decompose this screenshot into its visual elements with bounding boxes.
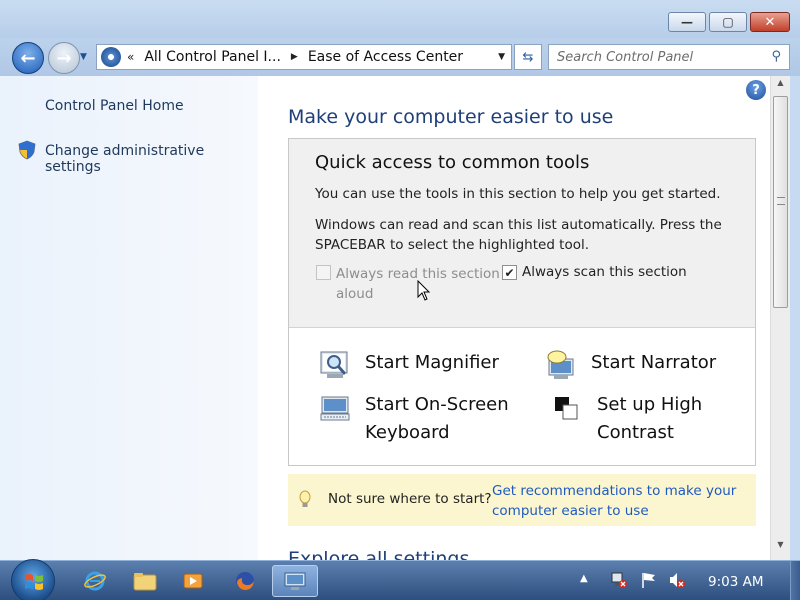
uac-shield-icon bbox=[18, 140, 36, 160]
always-scan-label[interactable]: Always scan this section bbox=[522, 264, 687, 280]
scroll-down-arrow-icon[interactable]: ▼ bbox=[771, 540, 790, 556]
search-box[interactable]: ⚲ bbox=[548, 44, 790, 70]
always-read-aloud-checkbox[interactable] bbox=[316, 265, 331, 280]
taskbar: ▲ 9:03 AM bbox=[0, 559, 800, 600]
vertical-scrollbar[interactable]: ▲ ▼ bbox=[770, 76, 790, 560]
maximize-button[interactable]: ▢ bbox=[709, 12, 747, 32]
breadcrumb-separator-icon[interactable]: ▶ bbox=[291, 52, 298, 62]
close-button[interactable]: ✕ bbox=[750, 12, 790, 32]
start-button[interactable] bbox=[11, 559, 55, 600]
control-panel-location-icon bbox=[101, 47, 121, 67]
magnifier-icon bbox=[320, 351, 348, 378]
recommendation-tip: Not sure where to start? Get recommendat… bbox=[288, 474, 756, 526]
show-hidden-icons-button[interactable]: ▲ bbox=[580, 573, 588, 584]
windows-logo-icon bbox=[25, 574, 43, 590]
action-center-flag-icon[interactable] bbox=[640, 571, 658, 589]
quick-access-scan-note: Windows can read and scan this list auto… bbox=[315, 217, 722, 253]
system-clock[interactable]: 9:03 AM bbox=[708, 574, 764, 590]
taskbar-firefox[interactable] bbox=[222, 565, 268, 597]
quick-access-panel: Quick access to common tools You can use… bbox=[288, 138, 756, 466]
change-administrative-settings-link[interactable]: Change administrative settings bbox=[45, 143, 258, 175]
breadcrumb-all-control-panel[interactable]: All Control Panel I... bbox=[144, 49, 281, 65]
address-dropdown-icon[interactable]: ▼ bbox=[498, 52, 505, 62]
breadcrumb-ease-of-access-center[interactable]: Ease of Access Center bbox=[308, 49, 463, 65]
maximize-icon: ▢ bbox=[722, 15, 734, 29]
navigation-bar: ← → ▼ « All Control Panel I... ▶ Ease of… bbox=[0, 38, 800, 76]
control-panel-icon bbox=[284, 572, 306, 590]
keyboard-icon bbox=[320, 396, 350, 421]
checkmark-icon: ✔ bbox=[504, 265, 515, 280]
start-narrator-link[interactable]: Start Narrator bbox=[545, 349, 716, 381]
search-icon[interactable]: ⚲ bbox=[771, 49, 781, 64]
quick-access-title: Quick access to common tools bbox=[315, 152, 590, 173]
forward-arrow-icon: → bbox=[56, 47, 72, 69]
back-button[interactable]: ← bbox=[12, 42, 44, 74]
taskbar-internet-explorer[interactable] bbox=[72, 565, 118, 597]
left-task-pane: Control Panel Home Change administrative… bbox=[0, 76, 258, 560]
grip-icon bbox=[777, 197, 785, 205]
search-input[interactable] bbox=[549, 45, 759, 69]
back-arrow-icon: ← bbox=[20, 47, 36, 69]
minimize-button[interactable]: — bbox=[668, 12, 706, 32]
internet-explorer-icon bbox=[84, 571, 106, 591]
refresh-button[interactable]: ⇆ bbox=[514, 44, 542, 70]
start-narrator-label[interactable]: Start Narrator bbox=[591, 349, 716, 377]
start-on-screen-keyboard-label[interactable]: Start On-Screen Keyboard bbox=[365, 391, 539, 447]
high-contrast-icon bbox=[555, 397, 578, 420]
refresh-icon: ⇆ bbox=[522, 49, 534, 65]
forward-button[interactable]: → bbox=[48, 42, 80, 74]
lightbulb-icon bbox=[299, 490, 311, 507]
get-recommendations-link[interactable]: Get recommendations to make your compute… bbox=[492, 481, 752, 521]
explore-all-settings-heading: Explore all settings bbox=[288, 548, 470, 560]
help-button[interactable]: ? bbox=[746, 80, 766, 100]
overflow-chevron-icon[interactable]: « bbox=[127, 50, 134, 64]
always-scan-checkbox[interactable]: ✔ bbox=[502, 265, 517, 280]
set-up-high-contrast-link[interactable]: Set up High Contrast bbox=[551, 391, 741, 447]
scroll-thumb[interactable] bbox=[773, 96, 788, 308]
windows-explorer-icon bbox=[133, 573, 157, 591]
show-desktop-button[interactable] bbox=[790, 561, 800, 600]
main-content: ? Make your computer easier to use Quick… bbox=[258, 76, 770, 560]
scroll-up-arrow-icon[interactable]: ▲ bbox=[771, 78, 790, 94]
minimize-icon: — bbox=[681, 15, 693, 29]
control-panel-home-link[interactable]: Control Panel Home bbox=[45, 98, 184, 114]
start-magnifier-link[interactable]: Start Magnifier bbox=[319, 349, 499, 381]
window-frame-right bbox=[790, 76, 800, 560]
start-on-screen-keyboard-link[interactable]: Start On-Screen Keyboard bbox=[319, 391, 539, 447]
start-magnifier-label[interactable]: Start Magnifier bbox=[365, 349, 499, 377]
firefox-icon bbox=[236, 572, 254, 590]
set-up-high-contrast-label[interactable]: Set up High Contrast bbox=[597, 391, 741, 447]
page-title: Make your computer easier to use bbox=[288, 106, 614, 128]
media-player-icon bbox=[183, 573, 203, 589]
not-sure-text: Not sure where to start? bbox=[328, 491, 492, 507]
taskbar-control-panel[interactable] bbox=[272, 565, 318, 597]
narrator-icon bbox=[547, 350, 574, 379]
volume-muted-icon[interactable] bbox=[668, 571, 686, 589]
help-icon: ? bbox=[752, 82, 760, 98]
address-bar[interactable]: « All Control Panel I... ▶ Ease of Acces… bbox=[96, 44, 512, 70]
mouse-cursor-icon bbox=[417, 280, 431, 301]
taskbar-media-player[interactable] bbox=[170, 565, 216, 597]
quick-access-intro: You can use the tools in this section to… bbox=[315, 186, 721, 202]
close-icon: ✕ bbox=[764, 14, 776, 30]
window-titlebar: — ▢ ✕ bbox=[0, 0, 800, 40]
taskbar-windows-explorer[interactable] bbox=[122, 565, 168, 597]
quick-access-header: Quick access to common tools You can use… bbox=[289, 139, 755, 328]
recent-pages-dropdown[interactable]: ▼ bbox=[80, 52, 87, 62]
network-icon[interactable] bbox=[610, 571, 628, 589]
